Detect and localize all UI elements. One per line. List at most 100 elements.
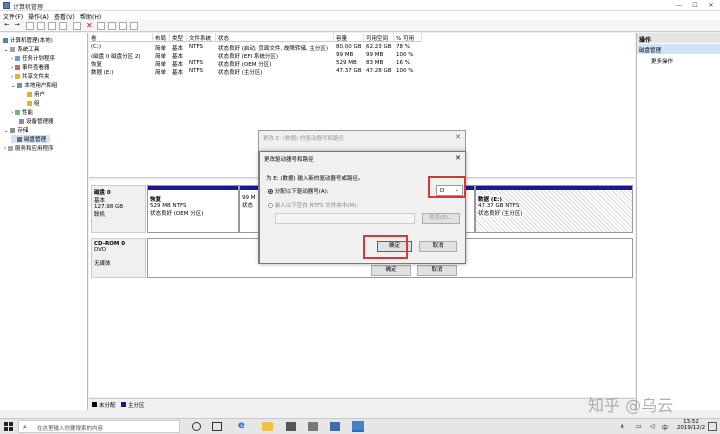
- up-folder-icon[interactable]: [26, 22, 34, 30]
- tree-item-disk-management[interactable]: 磁盘管理: [11, 135, 51, 143]
- partition-efi[interactable]: 99 M 状态: [239, 185, 259, 233]
- column-header-percent-free[interactable]: % 可用: [394, 33, 422, 42]
- column-header-capacity[interactable]: 容量: [334, 33, 364, 42]
- maximize-button[interactable]: ☐: [688, 1, 702, 10]
- column-header-status[interactable]: 状态: [216, 33, 334, 42]
- column-header-filesystem[interactable]: 文件系统: [187, 33, 216, 42]
- column-header-free[interactable]: 可用空间: [364, 33, 394, 42]
- radio-selected-icon[interactable]: [268, 189, 273, 194]
- highlight-drive-letter: [428, 176, 466, 198]
- computer-management-taskbar-icon[interactable]: [330, 422, 340, 431]
- file-explorer-icon[interactable]: [262, 422, 273, 431]
- legend: 未分配 主分区: [89, 398, 635, 410]
- subdialog-title: 更改驱动器号和路径: [264, 157, 314, 163]
- tree-item-local-users[interactable]: ⌄ 本地用户和组: [11, 81, 57, 89]
- action-more[interactable]: 更多操作: [651, 57, 673, 65]
- primary-partition-bar: [148, 186, 238, 190]
- tools-icon: [10, 47, 16, 52]
- task-view-icon[interactable]: [212, 422, 222, 431]
- services-icon: [7, 146, 13, 151]
- taskbar: ⌕ 在这里输入你要搜索的内容 e ∧ ▭ ◁ 中 13:52 2019/12/2: [0, 418, 720, 434]
- tree-item-services[interactable]: › 服务和应用程序: [4, 144, 53, 152]
- disk-0-type: 基本: [94, 198, 106, 204]
- column-header-layout[interactable]: 布局: [153, 33, 170, 42]
- forward-icon[interactable]: →: [13, 22, 21, 30]
- ime-icon[interactable]: 中: [662, 423, 668, 432]
- action-disk-management[interactable]: 磁盘管理: [637, 44, 720, 54]
- edge-icon[interactable]: e: [238, 420, 245, 431]
- option-assign-letter[interactable]: 分配以下驱动器号(A):: [268, 187, 329, 195]
- clock[interactable]: 13:52 2019/12/2: [676, 419, 706, 431]
- network-icon[interactable]: ▭: [636, 423, 642, 430]
- event-icon: [14, 65, 20, 70]
- check-disk-icon[interactable]: [97, 22, 105, 30]
- close-icon[interactable]: ✕: [455, 133, 461, 141]
- new-volume-icon[interactable]: [108, 22, 116, 30]
- disk-0-name: 磁盘 0: [94, 190, 111, 196]
- option-mount-folder[interactable]: 装入以下空白 NTFS 文件夹中(M):: [268, 201, 358, 209]
- tree-item-groups[interactable]: 组: [27, 99, 40, 107]
- ok-button-back[interactable]: 确定: [371, 265, 411, 276]
- delete-icon[interactable]: ✕: [86, 22, 93, 30]
- tree-item-computer-management[interactable]: 计算机管理(本地): [3, 36, 53, 44]
- mail-icon[interactable]: [308, 422, 318, 431]
- close-icon[interactable]: ✕: [455, 154, 461, 162]
- tree-item-performance[interactable]: › 性能: [11, 108, 33, 116]
- radio-unselected-icon[interactable]: [268, 203, 273, 208]
- watermark: 知乎 @乌云: [588, 396, 674, 415]
- legend-primary: 主分区: [128, 403, 145, 409]
- legend-unallocated: 未分配: [99, 403, 116, 409]
- clock-icon: [14, 56, 20, 61]
- primary-partition-bar: [240, 186, 258, 190]
- notification-icon[interactable]: [708, 422, 717, 431]
- folder-path-input[interactable]: [275, 213, 415, 224]
- cortana-icon[interactable]: [192, 422, 201, 431]
- minimize-button[interactable]: —: [672, 1, 686, 10]
- navigation-tree: 计算机管理(本地) ⌄ 系统工具 › 任务计划程序 › 事件查看器 › 共享文件…: [0, 33, 88, 410]
- back-icon[interactable]: ←: [3, 22, 11, 30]
- start-button[interactable]: [4, 422, 13, 431]
- store-icon[interactable]: [286, 422, 296, 431]
- cdrom-label[interactable]: CD-ROM 0 DVD 无媒体: [91, 238, 146, 278]
- tree-item-task-scheduler[interactable]: › 任务计划程序: [11, 54, 55, 62]
- taskbar-search-placeholder: 在这里输入你要搜索的内容: [37, 426, 104, 432]
- help-icon[interactable]: [48, 22, 56, 30]
- window-title: 计算机管理: [13, 4, 44, 11]
- disk-icon: [17, 137, 22, 142]
- volume-icon[interactable]: ◁: [650, 423, 655, 430]
- active-app-icon[interactable]: [352, 421, 364, 432]
- folder-icon: [14, 74, 20, 79]
- system-tray-up-icon[interactable]: ∧: [620, 423, 624, 430]
- prompt-text: 为 E: (数据) 输入新的驱动器号或路径。: [266, 176, 364, 182]
- search-icon: ⌕: [23, 423, 27, 431]
- search-icon[interactable]: [119, 22, 127, 30]
- tree-item-device-manager[interactable]: 设备管理器: [19, 117, 54, 125]
- highlight-ok-button: [363, 235, 408, 259]
- list-view-icon[interactable]: [59, 22, 67, 30]
- cancel-button[interactable]: 取消: [419, 241, 457, 252]
- column-header-volume[interactable]: 卷: [89, 33, 153, 42]
- settings-icon[interactable]: [130, 22, 138, 30]
- partition-recovery[interactable]: 恢复 529 MB NTFS 状态良好 (OEM 分区): [147, 185, 239, 233]
- app-icon: [3, 2, 10, 9]
- storage-icon: [10, 128, 16, 133]
- tree-item-event-viewer[interactable]: › 事件查看器: [11, 63, 49, 71]
- browse-button[interactable]: 浏览(B)...: [422, 213, 460, 224]
- taskbar-search-box[interactable]: ⌕ 在这里输入你要搜索的内容: [18, 420, 180, 433]
- tree-item-system-tools[interactable]: ⌄ 系统工具: [4, 45, 39, 53]
- close-button[interactable]: ✕: [704, 1, 718, 10]
- tree-item-storage[interactable]: ⌄ 存储: [4, 126, 28, 134]
- performance-icon: [14, 110, 20, 115]
- toolbar: ← → ✕: [0, 20, 720, 32]
- partition-data-e[interactable]: 数据 (E:) 47.37 GB NTFS 状态良好 (主分区): [475, 185, 633, 233]
- cdrom-status: 无媒体: [94, 261, 111, 267]
- connect-icon[interactable]: [73, 22, 81, 30]
- disk-0-label[interactable]: 磁盘 0 基本 127.98 GB 联机: [91, 185, 146, 233]
- tree-item-users[interactable]: 用户: [27, 90, 45, 98]
- properties-icon[interactable]: [37, 22, 45, 30]
- cancel-button-back[interactable]: 取消: [417, 265, 457, 276]
- dialog-title: 更改 E: (数据) 的驱动器号和路径: [263, 136, 344, 142]
- menu-bar: 文件(F) 操作(A) 查看(V) 帮助(H): [0, 11, 720, 21]
- column-header-type[interactable]: 类型: [170, 33, 187, 42]
- tree-item-shared-folders[interactable]: › 共享文件夹: [11, 72, 49, 80]
